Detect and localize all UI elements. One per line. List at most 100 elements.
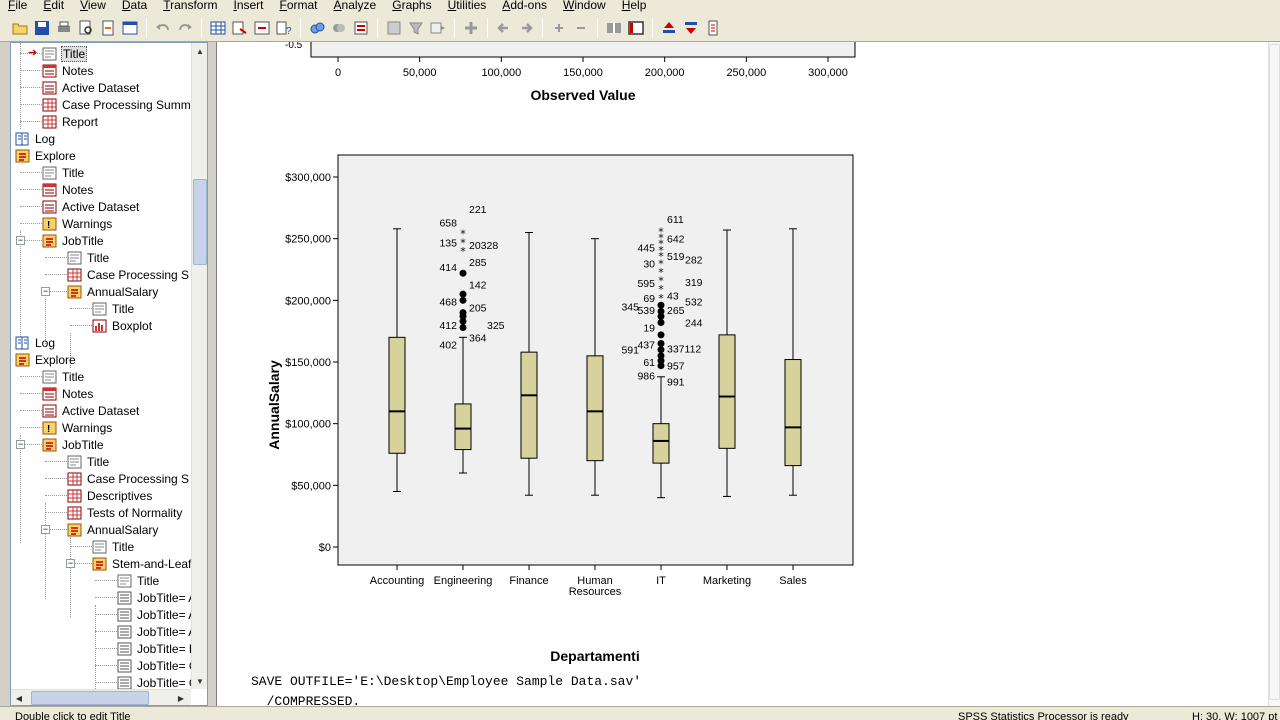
menu-utilities[interactable]: Utilities <box>440 0 495 12</box>
outline-item-warnings[interactable]: ! Warnings <box>42 215 113 232</box>
promote-icon[interactable] <box>659 18 679 38</box>
tree-connector <box>70 325 92 326</box>
outline-item-case-processing-s[interactable]: Case Processing S <box>67 470 190 487</box>
print-preview-icon[interactable] <box>76 18 96 38</box>
outline-item-title[interactable]: ➔ Title <box>28 45 88 62</box>
boxplot-chart[interactable]: $0 $50,000 $100,000 $150,000 $200,000 $250,00… <box>257 142 897 706</box>
content-scroll-thumb[interactable] <box>1269 44 1280 700</box>
outline-item-jobtitle-c[interactable]: JobTitle= C <box>117 657 191 674</box>
export-icon[interactable] <box>98 18 118 38</box>
scroll-thumb[interactable] <box>193 179 207 265</box>
menu-window[interactable]: Window <box>555 0 614 12</box>
hide-icon[interactable] <box>626 18 646 38</box>
outline-item-title[interactable]: Title <box>92 538 135 555</box>
menu-transform[interactable]: Transform <box>155 0 225 12</box>
print-icon[interactable] <box>54 18 74 38</box>
collapse-toggle-icon[interactable]: − <box>16 440 25 449</box>
select-cases-icon[interactable] <box>329 18 349 38</box>
menu-data[interactable]: Data <box>114 0 155 12</box>
outlier-case-label: 595 <box>637 278 655 290</box>
undo-icon[interactable] <box>153 18 173 38</box>
outline-item-title[interactable]: Title <box>42 368 85 385</box>
scroll-right-icon[interactable]: ▶ <box>173 690 189 705</box>
outline-item-notes[interactable]: Notes <box>42 62 94 79</box>
outline-item-active-dataset[interactable]: Active Dataset <box>42 79 140 96</box>
outline-item-title[interactable]: Title <box>67 453 110 470</box>
menu-view[interactable]: View <box>72 0 114 12</box>
next-icon[interactable] <box>516 18 536 38</box>
menu-addons[interactable]: Add-ons <box>494 0 555 12</box>
menu-format[interactable]: Format <box>272 0 326 12</box>
find-icon[interactable] <box>307 18 327 38</box>
save-icon[interactable] <box>32 18 52 38</box>
variables-icon[interactable]: ? <box>274 18 294 38</box>
add-item-icon[interactable] <box>461 18 481 38</box>
outline-item-annualsalary[interactable]: AnnualSalary <box>67 283 159 300</box>
outline-item-explore[interactable]: Explore <box>15 351 77 368</box>
menu-edit[interactable]: Edit <box>35 0 72 12</box>
collapse-toggle-icon[interactable]: − <box>16 236 25 245</box>
open-icon[interactable] <box>10 18 30 38</box>
output-options-icon[interactable] <box>703 18 723 38</box>
collapse-toggle-icon[interactable]: − <box>66 559 75 568</box>
menu-analyze[interactable]: Analyze <box>326 0 385 12</box>
outline-item-jobtitle[interactable]: JobTitle <box>42 232 105 249</box>
content-vertical-scrollbar[interactable] <box>1268 42 1280 706</box>
collapse-toggle-icon[interactable]: − <box>41 525 50 534</box>
outline-horizontal-scrollbar[interactable]: ◀ ▶ <box>11 689 191 705</box>
outline-item-case-processing-s[interactable]: Case Processing S <box>67 266 190 283</box>
demote-icon[interactable] <box>681 18 701 38</box>
goto-variable-icon[interactable] <box>252 18 272 38</box>
outline-vertical-scrollbar[interactable]: ▲ ▼ <box>191 43 207 689</box>
show-icon[interactable] <box>604 18 624 38</box>
outline-item-jobtitle-a[interactable]: JobTitle= A <box>117 606 191 623</box>
outline-item-title[interactable]: Title <box>67 249 110 266</box>
outline-item-jobtitle-a[interactable]: JobTitle= A <box>117 589 191 606</box>
outline-item-title[interactable]: Title <box>92 300 135 317</box>
outline-pane[interactable]: ➔ Title Notes Active Dataset Case Processing… <box>10 42 208 706</box>
insert-heading-icon[interactable] <box>384 18 404 38</box>
outline-item-notes[interactable]: Notes <box>42 181 94 198</box>
redo-icon[interactable] <box>175 18 195 38</box>
split-file-icon[interactable] <box>351 18 371 38</box>
outline-item-jobtitle-a[interactable]: JobTitle= A <box>117 623 191 640</box>
menu-insert[interactable]: Insert <box>225 0 271 12</box>
outline-item-descriptives[interactable]: Descriptives <box>67 487 153 504</box>
outline-item-jobtitle-c[interactable]: JobTitle= C <box>117 674 191 689</box>
goto-case-icon[interactable] <box>230 18 250 38</box>
outline-item-log[interactable]: Log <box>15 334 56 351</box>
outline-item-jobtitle-e[interactable]: JobTitle= E <box>117 640 191 657</box>
outline-item-stem-and-leaf[interactable]: Stem-and-Leaf <box>92 555 191 572</box>
scroll-thumb-horizontal[interactable] <box>31 691 149 705</box>
recall-dialog-icon[interactable] <box>120 18 140 38</box>
output-content-pane[interactable]: -0.5 0 50,000 100,000 150,000 200,000 250,000 3… <box>216 42 1280 706</box>
outline-item-notes[interactable]: Notes <box>42 385 94 402</box>
outline-item-log[interactable]: Log <box>15 130 56 147</box>
outline-item-active-dataset[interactable]: Active Dataset <box>42 198 140 215</box>
outline-item-active-dataset[interactable]: Active Dataset <box>42 402 140 419</box>
collapse-toggle-icon[interactable]: − <box>41 287 50 296</box>
goto-data-icon[interactable] <box>208 18 228 38</box>
insert-title-icon[interactable] <box>406 18 426 38</box>
outline-item-warnings[interactable]: ! Warnings <box>42 419 113 436</box>
menu-graphs[interactable]: Graphs <box>384 0 439 12</box>
scroll-left-icon[interactable]: ◀ <box>11 690 27 705</box>
outline-item-explore[interactable]: Explore <box>15 147 77 164</box>
outline-item-jobtitle[interactable]: JobTitle <box>42 436 105 453</box>
scroll-up-icon[interactable]: ▲ <box>192 43 207 59</box>
outline-item-title[interactable]: Title <box>42 164 85 181</box>
previous-icon[interactable] <box>494 18 514 38</box>
outline-item-case-processing-summ[interactable]: Case Processing Summ <box>42 96 191 113</box>
outline-item-tests-of-normality[interactable]: Tests of Normality <box>67 504 183 521</box>
menu-file[interactable]: File <box>0 0 35 12</box>
outline-item-annualsalary[interactable]: AnnualSalary <box>67 521 159 538</box>
expand-icon[interactable] <box>549 18 569 38</box>
outline-item-title[interactable]: Title <box>117 572 160 589</box>
outline-item-boxplot[interactable]: Boxplot <box>92 317 153 334</box>
scroll-down-icon[interactable]: ▼ <box>192 673 207 689</box>
pane-splitter[interactable] <box>208 42 216 706</box>
collapse-icon[interactable] <box>571 18 591 38</box>
menu-help[interactable]: Help <box>614 0 655 12</box>
insert-text-icon[interactable] <box>428 18 448 38</box>
outline-item-report[interactable]: Report <box>42 113 99 130</box>
